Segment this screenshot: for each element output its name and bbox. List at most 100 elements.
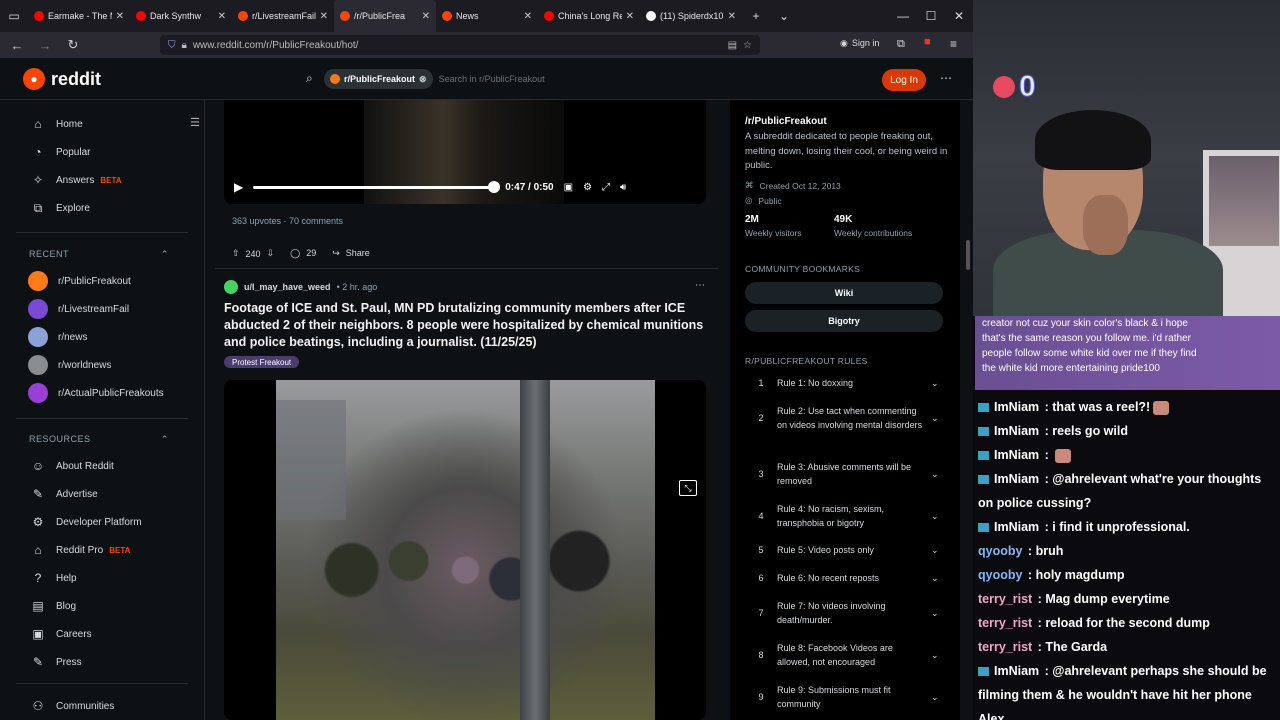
sidebar-item-resource[interactable]: ✎ Advertise (30, 481, 98, 507)
sidebar-item-resource[interactable]: ✎ Press (30, 649, 82, 675)
sidebar-item-recent[interactable]: r/PublicFreakout (28, 268, 131, 294)
chevron-down-icon[interactable]: ⌄ (931, 411, 943, 425)
sidebar-item-resource[interactable]: ▤ Blog (30, 593, 76, 619)
browser-tab[interactable]: r/LivestreamFail ✕ (232, 0, 334, 32)
sidebar-item-resource[interactable]: ⌂ Reddit Pro BETA (30, 537, 130, 563)
chat-username[interactable]: ImNiam (994, 424, 1039, 438)
close-tab-icon[interactable]: ✕ (422, 11, 430, 22)
volume-icon[interactable]: 🔊︎ (620, 182, 626, 193)
reader-view-icon[interactable]: ▤ (728, 40, 737, 51)
chevron-down-icon[interactable]: ⌄ (931, 467, 943, 481)
chevron-up-icon[interactable]: ⌃ (161, 249, 169, 260)
address-bar[interactable]: ⛉ 🔒︎ www.reddit.com/r/PublicFreakout/hot… (160, 35, 760, 55)
close-tab-icon[interactable]: ✕ (320, 11, 328, 22)
rule-item[interactable]: 3 Rule 3: Abusive comments will be remov… (745, 460, 943, 488)
sidebar-item-recent[interactable]: r/LivestreamFail (28, 296, 129, 322)
sign-in-button[interactable]: ◉ Sign in (840, 38, 879, 49)
chat-username[interactable]: ImNiam (994, 520, 1039, 534)
clear-chip-icon[interactable]: ⊗ (419, 74, 427, 85)
close-tab-icon[interactable]: ✕ (626, 11, 634, 22)
new-tab-icon[interactable]: + (742, 9, 770, 23)
close-tab-icon[interactable]: ✕ (116, 11, 124, 22)
captions-icon[interactable]: ▣ (564, 182, 573, 193)
video-progress-bar[interactable] (253, 180, 501, 193)
more-options-icon[interactable]: ⋯ (940, 71, 952, 85)
chevron-down-icon[interactable]: ⌄ (931, 509, 943, 523)
search-icon[interactable]: ⌕ (306, 71, 313, 86)
sidebar-item-resource[interactable]: ⚙ Developer Platform (30, 509, 142, 535)
chevron-down-icon[interactable]: ⌄ (931, 571, 943, 585)
sidebar-item-resource[interactable]: ☺ About Reddit (30, 453, 114, 479)
bookmark-star-icon[interactable]: ☆ (743, 40, 752, 51)
page-scrollbar[interactable] (966, 240, 970, 270)
video-player[interactable]: ▶ 0:47 / 0:50 ▣ ⚙ ⤢ 🔊︎ (224, 100, 706, 204)
browser-tab[interactable]: Dark Synthw ✕ (130, 0, 232, 32)
rule-item[interactable]: 2 Rule 2: Use tact when commenting on vi… (745, 404, 943, 432)
browser-tab[interactable]: News ✕ (436, 0, 538, 32)
sidebar-item-popular[interactable]: ◔ Popular (30, 139, 90, 165)
settings-gear-icon[interactable]: ⚙ (583, 182, 592, 193)
rule-item[interactable]: 4 Rule 4: No racism, sexism, transphobia… (745, 502, 943, 530)
shield-icon[interactable]: ⛉ (168, 40, 176, 51)
upvote-icon[interactable]: ⇧ (232, 248, 240, 259)
chat-username[interactable]: terry_rist (978, 640, 1032, 654)
sidebar-item-answers[interactable]: ✧ Answers BETA (30, 167, 122, 193)
post-flair[interactable]: Protest Freakout (224, 356, 300, 368)
reddit-logo[interactable]: ● reddit (23, 68, 101, 90)
sidebar-item-resource[interactable]: ▣ Careers (30, 621, 91, 647)
browser-tab[interactable]: (11) Spiderdx10 ✕ (640, 0, 742, 32)
post-title[interactable]: Footage of ICE and St. Paul, MN PD bruta… (224, 300, 704, 351)
forward-icon[interactable]: → (34, 38, 56, 53)
sidebar-item-recent[interactable]: r/worldnews (28, 352, 111, 378)
post-options-icon[interactable]: ⋯ (695, 280, 705, 291)
menu-icon[interactable]: ≡ (950, 37, 957, 51)
sidebar-item-explore[interactable]: ⧉ Explore (30, 195, 90, 221)
community-name[interactable]: /r/PublicFreakout (745, 116, 827, 127)
search-community-chip[interactable]: r/PublicFreakout ⊗ (324, 69, 433, 89)
comments-button[interactable]: ◯ 29 (290, 248, 316, 259)
browser-tab[interactable]: /r/PublicFrea ✕ (334, 0, 436, 32)
sidebar-item-recent[interactable]: r/ActualPublicFreakouts (28, 380, 164, 406)
chat-username[interactable]: terry_rist (978, 616, 1032, 630)
collapse-sidebar-icon[interactable]: ☰ (190, 116, 200, 129)
chevron-down-icon[interactable]: ⌄ (931, 648, 943, 662)
search-bar[interactable]: r/PublicFreakout ⊗ Search in r/PublicFre… (324, 67, 704, 91)
rule-item[interactable]: 7 Rule 7: No videos involving death/murd… (745, 599, 943, 627)
browser-tab[interactable]: China's Long Re ✕ (538, 0, 640, 32)
chevron-down-icon[interactable]: ⌄ (931, 543, 943, 557)
login-button[interactable]: Log In (882, 69, 926, 91)
downvote-icon[interactable]: ⇩ (267, 248, 275, 259)
rule-item[interactable]: 1 Rule 1: No doxxing ⌄ (745, 376, 943, 390)
minimize-icon[interactable]: — (889, 9, 917, 23)
chat-username[interactable]: qyooby (978, 568, 1022, 582)
fullscreen-icon[interactable]: ⤢ (602, 182, 610, 193)
reload-icon[interactable]: ↻ (62, 37, 84, 53)
chat-username[interactable]: ImNiam (994, 664, 1039, 678)
resources-header[interactable]: RESOURCES ⌃ (29, 434, 169, 445)
search-input[interactable]: Search in r/PublicFreakout (439, 74, 545, 84)
bookmark-wiki-button[interactable]: Wiki (745, 282, 943, 304)
rule-item[interactable]: 5 Rule 5: Video posts only ⌄ (745, 543, 943, 557)
sidebar-item-communities[interactable]: ⚇ Communities (30, 693, 115, 719)
chevron-down-icon[interactable]: ⌄ (931, 606, 943, 620)
close-tab-icon[interactable]: ✕ (524, 11, 532, 22)
chat-username[interactable]: ImNiam (994, 448, 1039, 462)
chat-username[interactable]: terry_rist (978, 592, 1032, 606)
chat-username[interactable]: qyooby (978, 544, 1022, 558)
extensions-icon[interactable]: ⧉ (897, 38, 905, 51)
lock-icon[interactable]: 🔒︎ (182, 40, 187, 51)
chevron-down-icon[interactable]: ⌄ (931, 376, 943, 390)
back-icon[interactable]: ← (6, 38, 28, 53)
close-tab-icon[interactable]: ✕ (728, 11, 736, 22)
tab-overview-icon[interactable]: ▭ (0, 9, 28, 23)
sidebar-item-recent[interactable]: r/news (28, 324, 87, 350)
maximize-icon[interactable]: ☐ (917, 9, 945, 23)
close-window-icon[interactable]: ✕ (945, 9, 973, 23)
browser-tab[interactable]: Earmake - The M ✕ (28, 0, 130, 32)
sidebar-item-resource[interactable]: ? Help (30, 565, 77, 591)
share-button[interactable]: ↪ Share (332, 248, 370, 259)
rule-item[interactable]: 6 Rule 6: No recent reposts ⌄ (745, 571, 943, 585)
bookmark-bigotry-button[interactable]: Bigotry (745, 310, 943, 332)
chat-username[interactable]: ImNiam (994, 472, 1039, 486)
close-tab-icon[interactable]: ✕ (218, 11, 226, 22)
